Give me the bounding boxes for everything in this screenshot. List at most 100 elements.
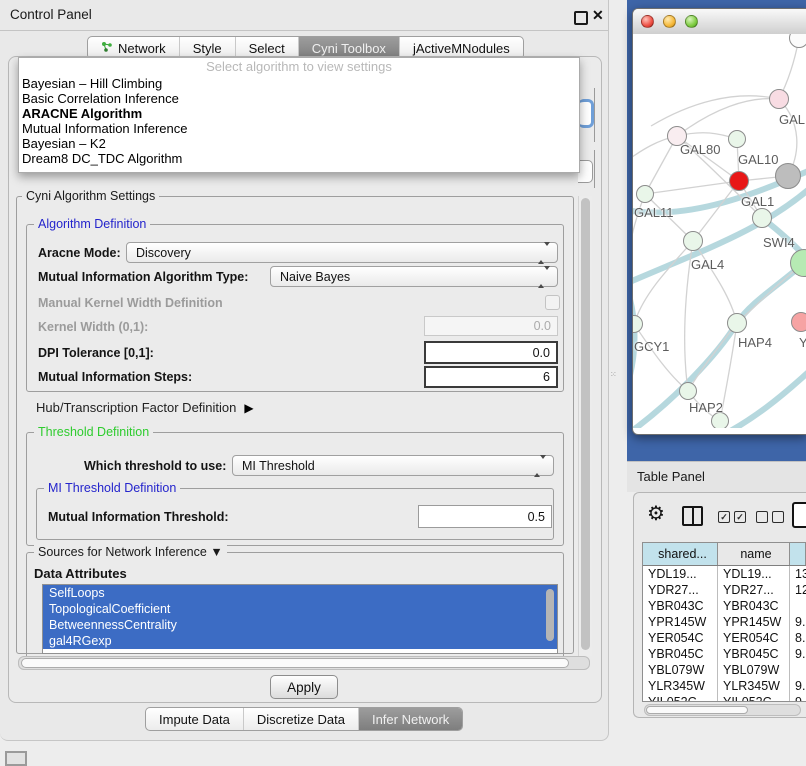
node-label-gal1: GAL1: [741, 194, 774, 209]
column-header-name[interactable]: name: [718, 543, 790, 565]
node-gal1-green[interactable]: [752, 208, 772, 228]
node-label-gal4: GAL4: [691, 257, 724, 272]
network-edge: [677, 99, 779, 136]
gear-icon[interactable]: ⚙: [647, 504, 665, 524]
node-gray[interactable]: [775, 163, 801, 189]
table-cell: [790, 598, 806, 614]
algorithm-item-aracne-algorithm[interactable]: ARACNE Algorithm: [19, 106, 579, 121]
sources-title-text: Sources for Network Inference: [38, 545, 207, 559]
algorithm-item-bayesian-hill-climbing[interactable]: Bayesian – Hill Climbing: [19, 76, 579, 91]
manual-kernel-checkbox[interactable]: [545, 295, 560, 310]
node-gal-pink[interactable]: [769, 89, 789, 109]
collapse-arrow-icon[interactable]: ▼: [210, 545, 222, 559]
close-icon[interactable]: ✕: [592, 7, 604, 24]
network-edge: [645, 181, 739, 194]
spinner-arrows-icon: [534, 459, 546, 473]
tab-discretize-data[interactable]: Discretize Data: [244, 708, 359, 730]
hub-definition-toggle[interactable]: Hub/Transcription Factor Definition▶: [36, 400, 254, 415]
table-panel-header: Table Panel: [627, 461, 806, 492]
aracne-mode-value: Discovery: [136, 246, 191, 260]
table-cell: 9.: [790, 678, 806, 694]
collapsed-panel-icon[interactable]: [5, 751, 27, 766]
settings-vertical-scrollbar[interactable]: [578, 196, 592, 656]
minimize-light-icon[interactable]: [663, 15, 676, 28]
network-canvas[interactable]: GALGAL80GAL10GAL1GAL11SWI4GAL4GCY1HAP4YH…: [633, 34, 806, 428]
algorithm-item-mutual-information-inference[interactable]: Mutual Information Inference: [19, 121, 579, 136]
node-label-hap4: HAP4: [738, 335, 772, 350]
node-red[interactable]: [729, 171, 749, 191]
node-gal11[interactable]: [636, 185, 654, 203]
dpi-tolerance-field[interactable]: 0.0: [424, 341, 558, 364]
table-row[interactable]: YBL079WYBL079W: [643, 662, 806, 678]
panel-splitter[interactable]: ⁙: [610, 371, 616, 378]
node-gal10[interactable]: [728, 130, 746, 148]
network-icon: [101, 41, 113, 56]
table-row[interactable]: YLR345WYLR345W9.: [643, 678, 806, 694]
apply-button[interactable]: Apply: [270, 675, 338, 699]
table-row[interactable]: YER054CYER054C8.: [643, 630, 806, 646]
network-edge: [633, 194, 645, 259]
expand-arrow-icon[interactable]: ▶: [244, 401, 253, 415]
algorithm-item-basic-correlation-inference[interactable]: Basic Correlation Inference: [19, 91, 579, 106]
node-hap4[interactable]: [727, 313, 747, 333]
mi-steps-field[interactable]: 6: [424, 366, 558, 388]
settings-horizontal-scrollbar[interactable]: [18, 656, 590, 670]
kernel-width-field[interactable]: 0.0: [424, 316, 558, 336]
aracne-mode-combobox[interactable]: Discovery: [126, 242, 558, 263]
attribute-item-selfloops[interactable]: SelfLoops: [43, 585, 557, 601]
node-salmon[interactable]: [791, 312, 806, 332]
mi-type-label: Mutual Information Algorithm Type:: [38, 270, 248, 284]
list-scrollbar[interactable]: [546, 589, 554, 641]
tab-impute-data[interactable]: Impute Data: [146, 708, 244, 730]
table-row[interactable]: YBR045CYBR045C9.: [643, 646, 806, 662]
node-gal4[interactable]: [683, 231, 703, 251]
table-panel-title: Table Panel: [637, 469, 705, 484]
table-cell: YBL079W: [643, 662, 718, 678]
table-header-row[interactable]: shared...name: [643, 543, 806, 566]
attribute-item-betweennesscentrality[interactable]: BetweennessCentrality: [43, 617, 557, 633]
zoom-light-icon[interactable]: [685, 15, 698, 28]
table-row[interactable]: YDR27...YDR27...12: [643, 582, 806, 598]
node-label-gal10: GAL10: [738, 152, 778, 167]
float-window-icon[interactable]: [574, 11, 588, 25]
mi-steps-label: Mutual Information Steps:: [38, 370, 192, 384]
covered-combobox: [578, 160, 593, 183]
algorithm-dropdown-popup: Select algorithm to view settings Bayesi…: [18, 57, 580, 173]
table-horizontal-scrollbar[interactable]: [644, 704, 801, 716]
data-attributes-list[interactable]: SelfLoopsTopologicalCoefficientBetweenne…: [42, 584, 558, 654]
attribute-item-topologicalcoefficient[interactable]: TopologicalCoefficient: [43, 601, 557, 617]
close-light-icon[interactable]: [641, 15, 654, 28]
table-row[interactable]: YPR145WYPR145W9.: [643, 614, 806, 630]
node-hap2[interactable]: [679, 382, 697, 400]
network-window-titlebar[interactable]: [633, 9, 806, 35]
unchecked-pair-icon[interactable]: [756, 511, 784, 523]
which-threshold-combobox[interactable]: MI Threshold: [232, 455, 554, 476]
sources-group-title[interactable]: Sources for Network Inference ▼: [34, 545, 227, 559]
algorithm-item-dream8-dc-tdc-algorithm[interactable]: Dream8 DC_TDC Algorithm: [19, 151, 579, 166]
table-cell: YLR345W: [643, 678, 718, 694]
tab-infer-network[interactable]: Infer Network: [359, 708, 462, 730]
mi-type-combobox[interactable]: Naive Bayes: [270, 266, 558, 287]
node-label-gal11: GAL11: [634, 205, 674, 220]
column-header-shared[interactable]: shared...: [643, 543, 718, 565]
table-cell: YDL19...: [718, 566, 790, 582]
node-attribute-table[interactable]: shared...name YDL19...YDL19...13YDR27...…: [642, 542, 806, 702]
table-row[interactable]: YDL19...YDL19...13: [643, 566, 806, 582]
control-panel-titlebar: Control Panel ✕: [0, 0, 608, 31]
algorithm-item-bayesian-k2[interactable]: Bayesian – K2: [19, 136, 579, 151]
column-header-partial[interactable]: [790, 543, 806, 565]
table-row[interactable]: YBR043CYBR043C: [643, 598, 806, 614]
algorithm-list: Bayesian – Hill ClimbingBasic Correlatio…: [19, 76, 579, 166]
node-label-y: Y: [799, 335, 806, 350]
tab-label: jActiveMNodules: [413, 41, 510, 56]
table-cell: 8.: [790, 630, 806, 646]
table-cell: 9.: [790, 646, 806, 662]
table-row[interactable]: YIL052CYIL052C9.: [643, 694, 806, 702]
network-view-window[interactable]: GALGAL80GAL10GAL1GAL11SWI4GAL4GCY1HAP4YH…: [632, 8, 806, 435]
document-icon[interactable]: [792, 502, 806, 528]
control-panel-title: Control Panel: [10, 7, 92, 22]
column-split-icon[interactable]: [682, 506, 703, 526]
mi-threshold-field[interactable]: 0.5: [418, 505, 552, 528]
checked-pair-icon[interactable]: ✓✓: [718, 511, 746, 523]
attribute-item-gal4rgexp[interactable]: gal4RGexp: [43, 633, 557, 649]
